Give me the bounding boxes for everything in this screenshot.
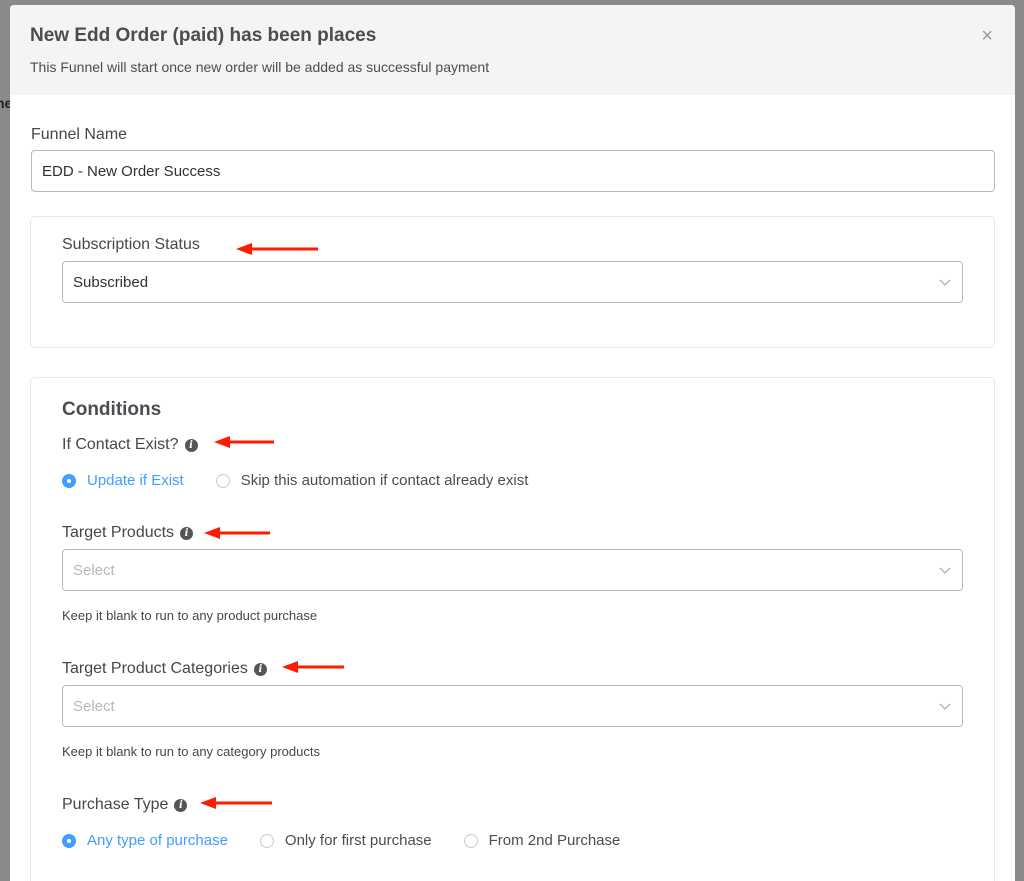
if-contact-exist-text: If Contact Exist?	[62, 436, 179, 453]
modal-subtitle: This Funnel will start once new order wi…	[30, 59, 490, 75]
radio-update-if-exist[interactable]: Update if Exist	[62, 472, 184, 489]
funnel-name-label: Funnel Name	[31, 126, 128, 143]
radio-skip-automation[interactable]: Skip this automation if contact already …	[215, 472, 529, 489]
modal-header: New Edd Order (paid) has been places Thi…	[10, 5, 1015, 95]
target-products-text: Target Products	[62, 524, 175, 541]
chevron-down-icon	[939, 567, 951, 574]
target-categories-select[interactable]: Select	[62, 685, 963, 727]
radio-dot	[62, 473, 76, 488]
radio-label: Update if Exist	[87, 472, 184, 489]
purchase-type-radio-group: Any type of purchase Only for first purc…	[62, 832, 652, 849]
if-contact-exist-label: If Contact Exist? i	[62, 436, 198, 454]
subscription-status-label: Subscription Status	[62, 236, 200, 253]
radio-second-purchase[interactable]: From 2nd Purchase	[463, 832, 621, 849]
target-categories-text: Target Product Categories	[62, 660, 248, 677]
funnel-name-input[interactable]: EDD - New Order Success	[31, 150, 995, 192]
subscription-status-select[interactable]: Subscribed	[62, 261, 963, 303]
target-categories-placeholder: Select	[73, 697, 115, 715]
radio-label: Any type of purchase	[87, 832, 228, 849]
radio-label: Only for first purchase	[284, 832, 432, 849]
target-products-help: Keep it blank to run to any product purc…	[62, 608, 318, 623]
radio-any-purchase[interactable]: Any type of purchase	[62, 832, 228, 849]
modal-title: New Edd Order (paid) has been places	[30, 25, 377, 46]
annotation-arrow	[200, 797, 272, 809]
funnel-modal: New Edd Order (paid) has been places Thi…	[10, 5, 1015, 881]
radio-dot	[463, 833, 478, 848]
radio-first-purchase[interactable]: Only for first purchase	[259, 832, 432, 849]
funnel-name-value: EDD - New Order Success	[42, 162, 221, 180]
info-icon[interactable]: i	[253, 663, 267, 676]
radio-dot	[62, 833, 76, 848]
target-products-label: Target Products i	[62, 524, 194, 542]
radio-label: Skip this automation if contact already …	[240, 472, 529, 489]
annotation-arrow	[282, 661, 344, 673]
radio-dot	[215, 473, 230, 488]
if-contact-exist-radio-group: Update if Exist Skip this automation if …	[62, 472, 560, 489]
chevron-down-icon	[939, 703, 951, 710]
radio-label: From 2nd Purchase	[488, 832, 621, 849]
conditions-title: Conditions	[62, 399, 162, 420]
info-icon[interactable]: i	[180, 527, 194, 540]
target-products-select[interactable]: Select	[62, 549, 963, 591]
purchase-type-label: Purchase Type i	[62, 796, 188, 814]
info-icon[interactable]: i	[184, 439, 198, 452]
annotation-arrow	[214, 436, 274, 448]
info-icon[interactable]: i	[174, 799, 188, 812]
radio-dot	[259, 833, 274, 848]
purchase-type-text: Purchase Type	[62, 796, 169, 813]
annotation-arrow	[204, 527, 270, 539]
subscription-status-value: Subscribed	[73, 273, 149, 291]
close-icon[interactable]: ×	[981, 26, 993, 46]
annotation-arrow	[236, 243, 318, 255]
chevron-down-icon	[939, 279, 951, 286]
target-categories-help: Keep it blank to run to any category pro…	[62, 744, 320, 759]
target-categories-label: Target Product Categories i	[62, 660, 267, 678]
target-products-placeholder: Select	[73, 561, 115, 579]
